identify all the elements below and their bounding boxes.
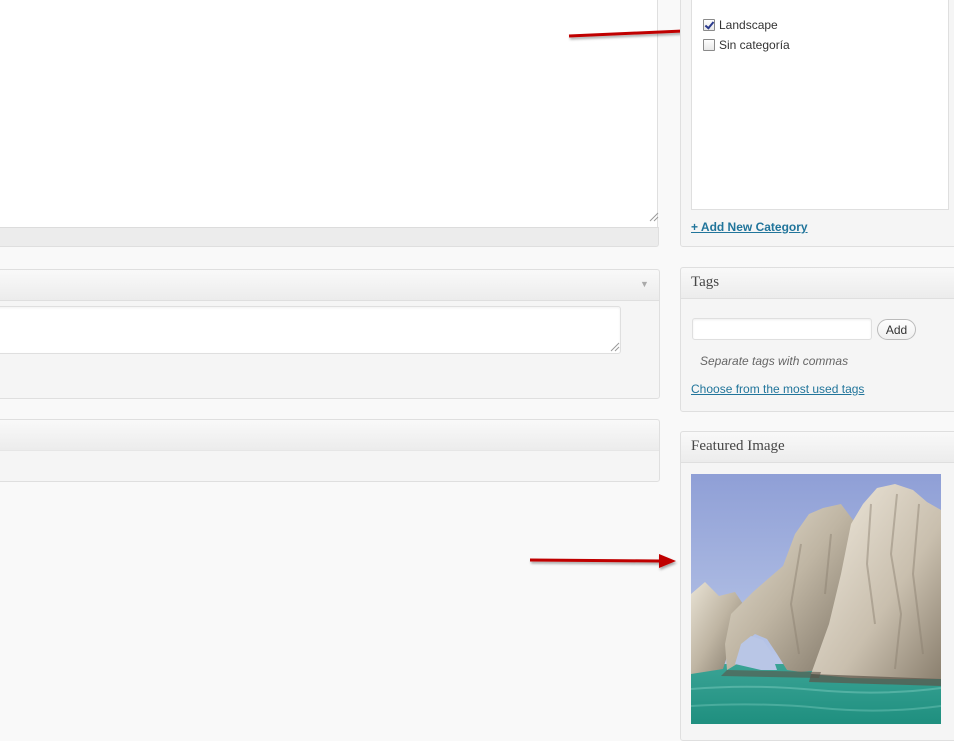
tag-input[interactable] bbox=[692, 318, 872, 340]
editor-resize-handle[interactable] bbox=[648, 211, 659, 222]
category-checkbox[interactable] bbox=[703, 19, 715, 31]
excerpt-textarea[interactable] bbox=[0, 306, 621, 354]
tags-title: Tags bbox=[691, 274, 720, 290]
add-tag-button[interactable]: Add bbox=[877, 319, 916, 340]
category-item-landscape[interactable]: Landscape bbox=[703, 17, 778, 33]
category-label: Sin categoría bbox=[719, 38, 790, 52]
editor-status-bar bbox=[0, 227, 659, 247]
featured-image-thumbnail[interactable] bbox=[691, 474, 941, 724]
meta-box-header[interactable] bbox=[0, 270, 659, 301]
annotation-arrow-featured bbox=[529, 554, 676, 568]
tags-howto-text: Separate tags with commas bbox=[700, 354, 849, 368]
toggle-arrow-icon[interactable]: ▼ bbox=[640, 279, 649, 289]
post-content-editor[interactable] bbox=[0, 0, 658, 247]
most-used-tags-link[interactable]: Choose from the most used tags bbox=[691, 382, 864, 396]
category-item-sin-categoria[interactable]: Sin categoría bbox=[703, 37, 790, 53]
featured-image-title: Featured Image bbox=[691, 438, 785, 454]
category-checkbox[interactable] bbox=[703, 39, 715, 51]
category-label: Landscape bbox=[719, 18, 778, 32]
add-new-category-link[interactable]: + Add New Category bbox=[691, 220, 808, 234]
tags-box-header[interactable] bbox=[681, 268, 954, 299]
meta-box-header[interactable] bbox=[0, 420, 659, 451]
textarea-resize-handle[interactable] bbox=[609, 341, 620, 352]
divider bbox=[0, 450, 659, 451]
